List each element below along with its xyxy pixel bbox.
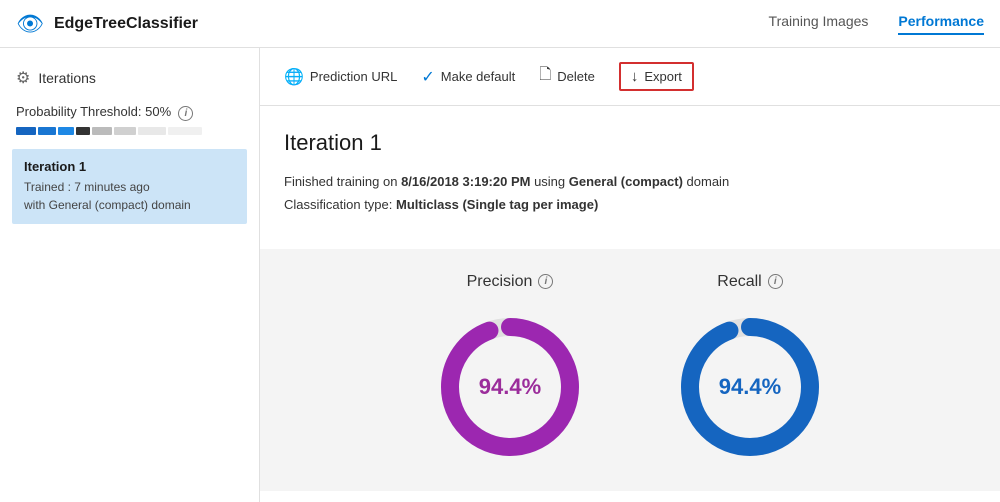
iteration-item-domain: with General (compact) domain (24, 196, 235, 214)
precision-value: 94.4% (479, 374, 541, 400)
precision-card: Precision i 94.4% (430, 273, 590, 467)
iterations-label: Iterations (38, 70, 96, 86)
precision-label-row: Precision i (467, 273, 554, 291)
seg7 (138, 127, 166, 135)
threshold-bar (16, 127, 243, 135)
sidebar: ⚙ Iterations Probability Threshold: 50% … (0, 48, 260, 502)
export-label: Export (644, 69, 682, 84)
delete-icon: 🗋 (539, 64, 551, 89)
threshold-info-icon[interactable]: i (178, 106, 193, 121)
top-nav-links: Training Images Performance (769, 13, 984, 35)
iteration-item-trained: Trained : 7 minutes ago (24, 178, 235, 196)
metrics-section: Precision i 94.4% (260, 249, 1000, 491)
prediction-url-button[interactable]: 🌐 Prediction URL (284, 63, 397, 91)
nav-link-training-images[interactable]: Training Images (769, 13, 869, 35)
export-button[interactable]: ↓ Export (619, 62, 694, 91)
recall-label: Recall (717, 273, 761, 291)
seg2 (38, 127, 56, 135)
app-title: EdgeTreeClassifier (54, 15, 769, 33)
precision-donut: 94.4% (430, 307, 590, 467)
seg5 (92, 127, 112, 135)
main-layout: ⚙ Iterations Probability Threshold: 50% … (0, 48, 1000, 502)
iteration-item-title: Iteration 1 (24, 159, 235, 174)
meta-line1: Finished training on 8/16/2018 3:19:20 P… (284, 170, 976, 193)
toolbar: 🌐 Prediction URL ✓ Make default 🗋 Delete… (260, 48, 1000, 106)
delete-label: Delete (557, 69, 595, 84)
threshold-value: 50% (145, 104, 171, 119)
meta-date: 8/16/2018 3:19:20 PM (401, 174, 530, 189)
globe-icon: 🌐 (284, 67, 304, 87)
seg4 (76, 127, 90, 135)
delete-button[interactable]: 🗋 Delete (539, 60, 595, 93)
seg1 (16, 127, 36, 135)
export-icon: ↓ (631, 68, 639, 85)
recall-card: Recall i 94.4% (670, 273, 830, 467)
app-logo-icon: 👁 (16, 11, 44, 37)
check-icon: ✓ (421, 67, 434, 87)
make-default-label: Make default (441, 69, 515, 84)
top-nav: 👁 EdgeTreeClassifier Training Images Per… (0, 0, 1000, 48)
make-default-button[interactable]: ✓ Make default (421, 63, 515, 91)
precision-info-icon[interactable]: i (538, 274, 553, 289)
recall-info-icon[interactable]: i (768, 274, 783, 289)
meta-type: Multiclass (Single tag per image) (396, 197, 598, 212)
iterations-icon: ⚙ (16, 68, 30, 88)
precision-label: Precision (467, 273, 533, 291)
recall-value: 94.4% (719, 374, 781, 400)
iteration-meta: Finished training on 8/16/2018 3:19:20 P… (284, 170, 976, 217)
iteration-item[interactable]: Iteration 1 Trained : 7 minutes ago with… (12, 149, 247, 224)
content-area: 🌐 Prediction URL ✓ Make default 🗋 Delete… (260, 48, 1000, 502)
prediction-url-label: Prediction URL (310, 69, 397, 84)
iteration-content: Iteration 1 Finished training on 8/16/20… (260, 106, 1000, 233)
seg6 (114, 127, 136, 135)
recall-donut: 94.4% (670, 307, 830, 467)
meta-line2: Classification type: Multiclass (Single … (284, 193, 976, 216)
threshold-row: Probability Threshold: 50% i (0, 96, 259, 141)
iterations-section: ⚙ Iterations (0, 60, 259, 96)
recall-label-row: Recall i (717, 273, 782, 291)
meta-domain: General (compact) (569, 174, 683, 189)
seg8 (168, 127, 202, 135)
threshold-label: Probability Threshold: (16, 104, 142, 119)
iteration-heading: Iteration 1 (284, 130, 976, 156)
seg3 (58, 127, 74, 135)
nav-link-performance[interactable]: Performance (898, 13, 984, 35)
